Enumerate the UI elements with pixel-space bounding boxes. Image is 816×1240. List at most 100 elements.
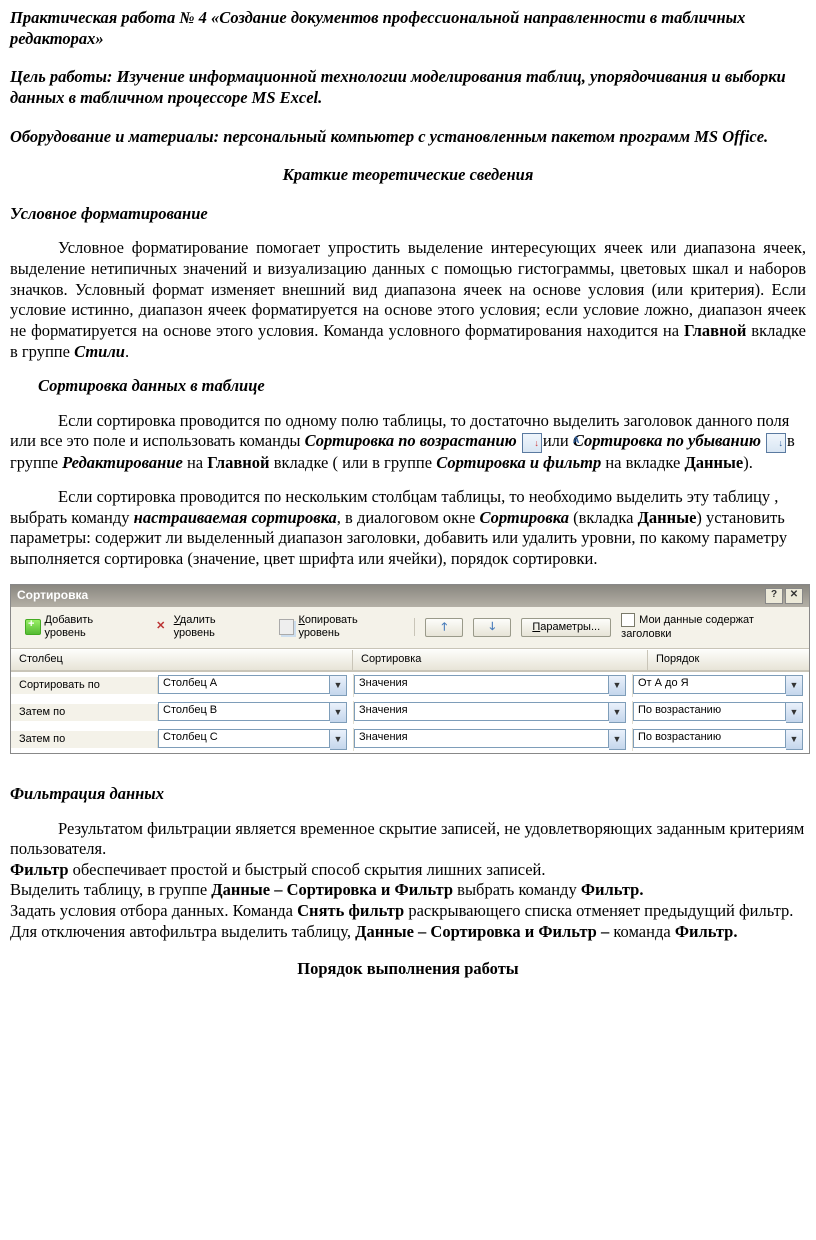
checkbox-icon: [621, 613, 635, 627]
chevron-down-icon: ▼: [786, 675, 803, 696]
close-button[interactable]: ✕: [785, 588, 803, 604]
col-header-column: Столбец: [11, 650, 353, 670]
delete-icon: [156, 620, 170, 634]
word-sortfilter: Сортировка и фильтр: [436, 453, 601, 472]
arrow-up-icon: 🡑: [436, 621, 452, 635]
dialog-toolbar: Добавить уровень Удалить уровень Копиров…: [11, 607, 809, 650]
word-filter: Фильтр: [10, 860, 69, 879]
arrow-down-icon: 🡓: [484, 621, 500, 635]
copy-level-button[interactable]: Копировать уровень: [273, 612, 404, 644]
equip-block: Оборудование и материалы: персональный к…: [10, 127, 806, 148]
filter-para-1: Результатом фильтрации является временно…: [10, 819, 806, 860]
text: вкладке ( или в группе: [270, 453, 437, 472]
dialog-titlebar: Сортировка ? ✕: [11, 585, 809, 607]
move-down-button[interactable]: 🡓: [473, 618, 511, 638]
sort-asc-icon: [522, 433, 542, 453]
word-custom-sort: настраиваемая сортировка: [134, 508, 337, 527]
cond-heading: Условное форматирование: [10, 204, 806, 225]
text: араметры...: [540, 621, 600, 633]
equip-label: Оборудование и материалы:: [10, 127, 219, 146]
text: Выделить таблицу, в группе: [10, 880, 211, 899]
order-dropdown[interactable]: По возрастанию▼: [633, 729, 803, 750]
word-filter3: Фильтр.: [675, 922, 738, 941]
dropdown-value: Значения: [354, 675, 609, 694]
chevron-down-icon: ▼: [609, 702, 626, 723]
text: .: [125, 342, 129, 361]
word-path2: Данные – Сортировка и Фильтр –: [355, 922, 609, 941]
text: выбрать команду: [453, 880, 581, 899]
dropdown-value: Столбец C: [158, 729, 330, 748]
sort-level-row: Затем по Столбец B▼ Значения▼ По возраст…: [11, 699, 809, 726]
add-level-button[interactable]: Добавить уровень: [19, 612, 140, 644]
dialog-title-text: Сортировка: [17, 588, 88, 603]
copy-icon: [279, 619, 295, 635]
word-dannye2: Данные: [638, 508, 697, 527]
word-stili: Стили: [74, 342, 125, 361]
dialog-header-row: Столбец Сортировка Порядок: [11, 649, 809, 671]
sorton-dropdown[interactable]: Значения▼: [354, 729, 626, 750]
order-dropdown[interactable]: От А до Я▼: [633, 675, 803, 696]
word-path: Данные – Сортировка и Фильтр: [211, 880, 453, 899]
filter-heading: Фильтрация данных: [10, 784, 806, 805]
sorton-dropdown[interactable]: Значения▼: [354, 675, 626, 696]
cond-para-1: Условное форматирование помогает упрости…: [10, 238, 806, 362]
dropdown-value: Значения: [354, 729, 609, 748]
delete-level-button[interactable]: Удалить уровень: [150, 612, 263, 644]
col-header-sort: Сортировка: [353, 650, 648, 670]
word-sort-asc: Сортировка по возрастанию: [305, 431, 517, 450]
sorton-dropdown[interactable]: Значения▼: [354, 702, 626, 723]
sort-para-1: Если сортировка проводится по одному пол…: [10, 411, 806, 473]
text: обавить уровень: [45, 614, 94, 640]
goal-text: Изучение информационной технологии модел…: [10, 67, 786, 107]
col-header-order: Порядок: [648, 650, 809, 670]
text: на: [183, 453, 207, 472]
word-glavnoi: Главной: [684, 321, 746, 340]
word-filter2: Фильтр.: [581, 880, 644, 899]
chevron-down-icon: ▼: [609, 729, 626, 750]
headers-checkbox[interactable]: Мои данные содержат заголовки: [621, 613, 801, 641]
goal-block: Цель работы: Изучение информационной тех…: [10, 67, 806, 108]
column-dropdown[interactable]: Столбец A▼: [158, 675, 347, 696]
dropdown-value: По возрастанию: [633, 729, 786, 748]
dropdown-value: По возрастанию: [633, 702, 786, 721]
sort-level-row: Затем по Столбец C▼ Значения▼ По возраст…: [11, 726, 809, 753]
add-icon: [25, 619, 41, 635]
order-heading: Порядок выполнения работы: [10, 959, 806, 980]
sort-para-2: Если сортировка проводится по нескольким…: [10, 487, 806, 570]
equip-text: персональный компьютер с установленным п…: [219, 127, 768, 146]
filter-para-4: Задать условия отбора данных. Команда Сн…: [10, 901, 806, 942]
text: на вкладке: [601, 453, 684, 472]
column-dropdown[interactable]: Столбец B▼: [158, 702, 347, 723]
theory-heading: Краткие теоретические сведения: [10, 165, 806, 186]
text: Д: [45, 614, 53, 626]
chevron-down-icon: ▼: [609, 675, 626, 696]
text: , в диалоговом окне: [337, 508, 480, 527]
params-button[interactable]: Параметры...: [521, 618, 611, 638]
filter-para-3: Выделить таблицу, в группе Данные – Сорт…: [10, 880, 806, 901]
row-label: Затем по: [11, 731, 158, 749]
order-dropdown[interactable]: По возрастанию▼: [633, 702, 803, 723]
chevron-down-icon: ▼: [786, 702, 803, 723]
text: ).: [743, 453, 753, 472]
move-up-button[interactable]: 🡑: [425, 618, 463, 638]
checkbox-label: Мои данные содержат заголовки: [621, 614, 754, 640]
chevron-down-icon: ▼: [330, 675, 347, 696]
text: Задать условия отбора данных. Команда: [10, 901, 297, 920]
goal-label: Цель работы:: [10, 67, 112, 86]
dropdown-value: От А до Я: [633, 675, 786, 694]
text: далить уровень: [174, 614, 216, 640]
text: (вкладка: [569, 508, 638, 527]
help-button[interactable]: ?: [765, 588, 783, 604]
dropdown-value: Столбец A: [158, 675, 330, 694]
word-redakt: Редактирование: [62, 453, 183, 472]
chevron-down-icon: ▼: [786, 729, 803, 750]
word-sortirovka: Сортировка: [479, 508, 569, 527]
word-glavnoi2: Главной: [207, 453, 269, 472]
text: опировать уровень: [298, 614, 357, 640]
row-label: Затем по: [11, 704, 158, 722]
dialog-body: Сортировать по Столбец A▼ Значения▼ От А…: [11, 671, 809, 753]
chevron-down-icon: ▼: [330, 702, 347, 723]
filter-para-2: Фильтр обеспечивает простой и быстрый сп…: [10, 860, 806, 881]
chevron-down-icon: ▼: [330, 729, 347, 750]
column-dropdown[interactable]: Столбец C▼: [158, 729, 347, 750]
